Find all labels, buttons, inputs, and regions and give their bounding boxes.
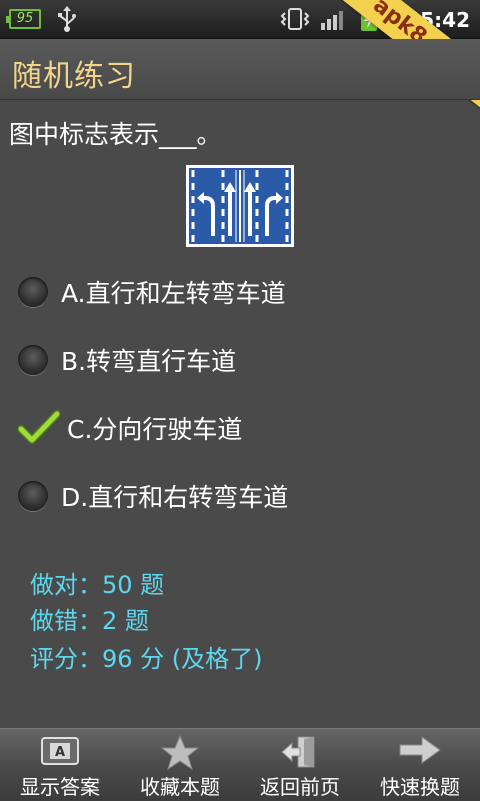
next-question-button[interactable]: 快速换题 bbox=[360, 729, 480, 801]
star-icon bbox=[160, 735, 200, 771]
favorite-button[interactable]: 收藏本题 bbox=[120, 729, 240, 801]
show-answer-button[interactable]: A 显示答案 bbox=[0, 729, 120, 801]
checkmark-icon[interactable] bbox=[18, 410, 60, 446]
option-label: A.直行和左转弯车道 bbox=[61, 279, 286, 308]
page-title: 随机练习 bbox=[12, 59, 136, 94]
battery-level-indicator: 95 bbox=[6, 9, 41, 29]
bottom-toolbar: A 显示答案 收藏本题 返回前页 快速换题 bbox=[0, 728, 480, 801]
vibrate-icon bbox=[280, 8, 310, 30]
right-arrow-icon bbox=[399, 736, 441, 764]
title-bar: 随机练习 bbox=[0, 39, 480, 100]
stat-correct: 做对：50 题 bbox=[30, 571, 165, 599]
option-a[interactable]: A.直行和左转弯车道 bbox=[18, 267, 458, 317]
option-d[interactable]: D.直行和右转弯车道 bbox=[18, 471, 458, 521]
option-label: D.直行和右转弯车道 bbox=[61, 483, 289, 512]
show-answer-label: 显示答案 bbox=[20, 775, 100, 799]
favorite-label: 收藏本题 bbox=[140, 775, 220, 799]
next-question-label: 快速换题 bbox=[380, 775, 460, 799]
question-text: 图中标志表示___。 bbox=[9, 120, 222, 149]
answer-card-icon: A bbox=[41, 737, 79, 765]
lane-arrows-sign-icon bbox=[189, 168, 291, 244]
back-label: 返回前页 bbox=[260, 775, 340, 799]
stat-wrong: 做错：2 题 bbox=[30, 607, 149, 635]
road-sign-image bbox=[186, 165, 294, 247]
usb-icon bbox=[58, 6, 76, 32]
option-c[interactable]: C.分向行驶车道 bbox=[18, 403, 458, 453]
stat-score: 评分：96 分 (及格了) bbox=[30, 645, 263, 673]
signal-icon bbox=[321, 11, 343, 30]
radio-unchecked-icon[interactable] bbox=[18, 481, 48, 511]
back-button[interactable]: 返回前页 bbox=[240, 729, 360, 801]
radio-unchecked-icon[interactable] bbox=[18, 345, 48, 375]
option-b[interactable]: B.转弯直行车道 bbox=[18, 335, 458, 385]
radio-unchecked-icon[interactable] bbox=[18, 277, 48, 307]
svg-text:A: A bbox=[55, 745, 65, 760]
exit-door-icon bbox=[281, 736, 315, 768]
option-label: C.分向行驶车道 bbox=[67, 415, 243, 444]
option-label: B.转弯直行车道 bbox=[61, 347, 237, 376]
